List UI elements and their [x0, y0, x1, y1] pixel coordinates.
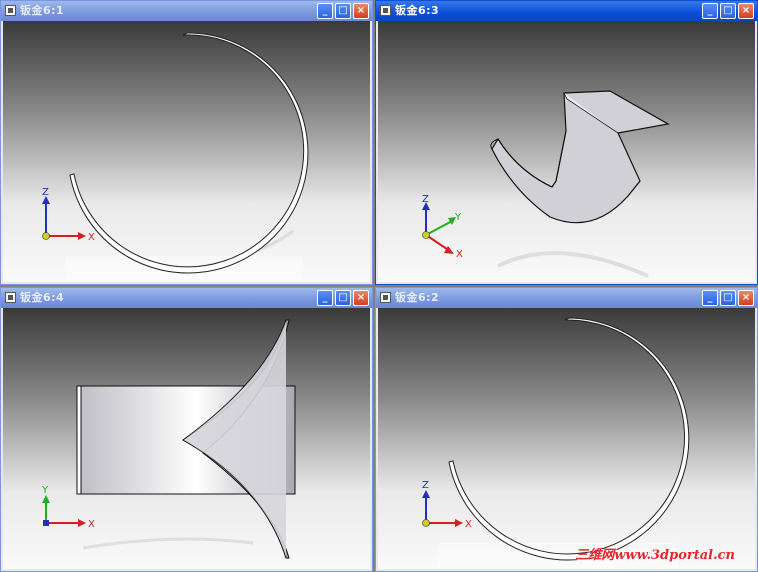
axis-x-label: X: [465, 519, 472, 530]
axis-y-label: Y: [454, 212, 462, 223]
axis-x-label: X: [88, 519, 95, 530]
viewport-canvas-3[interactable]: Z X Y: [378, 21, 755, 282]
maximize-button[interactable]: □: [335, 3, 351, 19]
minimize-button[interactable]: _: [317, 3, 333, 19]
viewport-window-4[interactable]: 钣金6:4 _ □ × Y X: [0, 287, 373, 572]
maximize-button[interactable]: □: [720, 3, 736, 19]
window-1-title: 钣金6:1: [20, 4, 65, 17]
viewport-window-3[interactable]: 钣金6:3 _ □ × Z X Y: [375, 0, 758, 285]
close-button[interactable]: ×: [353, 3, 369, 19]
close-button[interactable]: ×: [353, 290, 369, 306]
axis-x-label: X: [456, 249, 463, 260]
axis-z-label: Z: [42, 187, 49, 198]
model-view-side: Z X: [422, 317, 690, 569]
viewport-window-1[interactable]: 钣金6:1 _ □ × Z X: [0, 0, 373, 285]
viewport-canvas-1[interactable]: Z X: [3, 21, 370, 282]
minimize-button[interactable]: _: [702, 3, 718, 19]
close-button[interactable]: ×: [738, 290, 754, 306]
document-icon: [380, 292, 391, 303]
watermark-text: 三维网www.3dportal.cn: [575, 548, 735, 563]
viewport-canvas-4[interactable]: Y X: [3, 308, 370, 569]
window-3-title: 钣金6:3: [395, 4, 440, 17]
viewport-canvas-2[interactable]: Z X 三维网www.3dportal.cn: [378, 308, 755, 569]
document-icon: [5, 5, 16, 16]
axis-x-label: X: [88, 232, 95, 243]
model-view-front: Y X: [41, 319, 296, 559]
window-3-titlebar[interactable]: 钣金6:3 _ □ ×: [376, 1, 757, 21]
window-1-titlebar[interactable]: 钣金6:1 _ □ ×: [1, 1, 372, 21]
window-2-titlebar[interactable]: 钣金6:2 _ □ ×: [376, 288, 757, 308]
window-4-title: 钣金6:4: [20, 291, 65, 304]
axis-z-label: Z: [422, 480, 429, 491]
window-2-title: 钣金6:2: [395, 291, 440, 304]
maximize-button[interactable]: □: [720, 290, 736, 306]
viewport-window-2[interactable]: 钣金6:2 _ □ × Z X 三维网www.3dportal.cn: [375, 287, 758, 572]
maximize-button[interactable]: □: [335, 290, 351, 306]
axis-triad: Z X: [422, 480, 472, 530]
minimize-button[interactable]: _: [702, 290, 718, 306]
model-view-top: Z X: [42, 32, 309, 279]
axis-triad: Z X Y: [422, 194, 463, 260]
document-icon: [380, 5, 391, 16]
model-view-isometric: Z X Y: [422, 90, 670, 278]
axis-y-label: Y: [41, 485, 49, 496]
minimize-button[interactable]: _: [317, 290, 333, 306]
axis-z-label: Z: [422, 194, 429, 205]
close-button[interactable]: ×: [738, 3, 754, 19]
document-icon: [5, 292, 16, 303]
window-4-titlebar[interactable]: 钣金6:4 _ □ ×: [1, 288, 372, 308]
